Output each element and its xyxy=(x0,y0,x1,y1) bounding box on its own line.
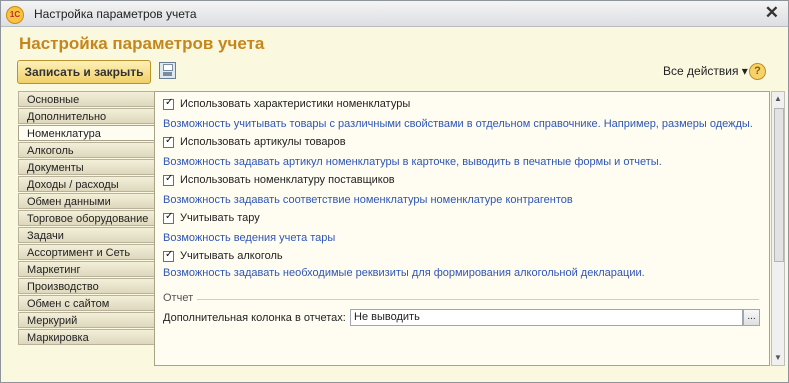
extra-column-field[interactable]: Не выводить xyxy=(350,309,743,326)
save-and-close-button[interactable]: Записать и закрыть xyxy=(17,60,151,84)
option-description: Возможность задавать необходимые реквизи… xyxy=(163,267,645,279)
save-icon[interactable] xyxy=(159,62,176,79)
vertical-scrollbar[interactable]: ▲ ▼ xyxy=(771,91,785,366)
scrollbar-thumb[interactable] xyxy=(774,108,784,262)
window-title: Настройка параметров учета xyxy=(34,7,197,21)
alcohol-checkbox[interactable] xyxy=(163,249,174,262)
extra-column-label: Дополнительная колонка в отчетах: xyxy=(163,312,346,324)
help-icon[interactable]: ? xyxy=(749,63,766,80)
tab-site-exchange[interactable]: Обмен с сайтом xyxy=(18,295,154,311)
option-label: Использовать артикулы товаров xyxy=(180,136,346,148)
option-label: Учитывать алкоголь xyxy=(180,250,283,262)
all-actions-menu[interactable]: Все действия ▾ xyxy=(663,64,748,78)
supplier-nomenclature-checkbox[interactable] xyxy=(163,173,174,186)
select-button[interactable]: ... xyxy=(743,309,760,326)
section-divider xyxy=(197,299,759,300)
option-label: Использовать характеристики номенклатуры xyxy=(180,98,411,110)
tab-nomenclature[interactable]: Номенклатура xyxy=(18,125,154,141)
tab-marketing[interactable]: Маркетинг xyxy=(18,261,154,277)
settings-tabs: Основные Дополнительно Номенклатура Алко… xyxy=(18,91,154,346)
option-description: Возможность ведения учета тары xyxy=(163,232,336,244)
tab-assortment-network[interactable]: Ассортимент и Сеть xyxy=(18,244,154,260)
app-logo-icon: 1С xyxy=(6,6,24,24)
close-icon[interactable]: ✕ xyxy=(765,3,779,23)
scroll-up-icon[interactable]: ▲ xyxy=(772,93,784,105)
tab-documents[interactable]: Документы xyxy=(18,159,154,175)
tab-marking[interactable]: Маркировка xyxy=(18,329,154,345)
option-label: Использовать номенклатуру поставщиков xyxy=(180,174,395,186)
tab-data-exchange[interactable]: Обмен данными xyxy=(18,193,154,209)
characteristics-checkbox[interactable] xyxy=(163,97,174,110)
scroll-down-icon[interactable]: ▼ xyxy=(772,352,784,364)
option-description: Возможность задавать соответствие номенк… xyxy=(163,194,573,206)
tab-additional[interactable]: Дополнительно xyxy=(18,108,154,124)
title-bar: 1С Настройка параметров учета ✕ xyxy=(1,1,788,27)
tab-trade-equipment[interactable]: Торговое оборудование xyxy=(18,210,154,226)
option-description: Возможность учитывать товары с различным… xyxy=(163,118,753,130)
tab-mercury[interactable]: Меркурий xyxy=(18,312,154,328)
tare-checkbox[interactable] xyxy=(163,211,174,224)
option-description: Возможность задавать артикул номенклатур… xyxy=(163,156,662,168)
tab-income-expenses[interactable]: Доходы / расходы xyxy=(18,176,154,192)
articles-checkbox[interactable] xyxy=(163,135,174,148)
report-section-title: Отчет xyxy=(163,292,194,304)
tab-basic[interactable]: Основные xyxy=(18,91,154,107)
tab-tasks[interactable]: Задачи xyxy=(18,227,154,243)
option-label: Учитывать тару xyxy=(180,212,260,224)
tab-alcohol[interactable]: Алкоголь xyxy=(18,142,154,158)
tab-production[interactable]: Производство xyxy=(18,278,154,294)
settings-window: 1С Настройка параметров учета ✕ Настройк… xyxy=(0,0,789,383)
page-title: Настройка параметров учета xyxy=(19,34,265,53)
